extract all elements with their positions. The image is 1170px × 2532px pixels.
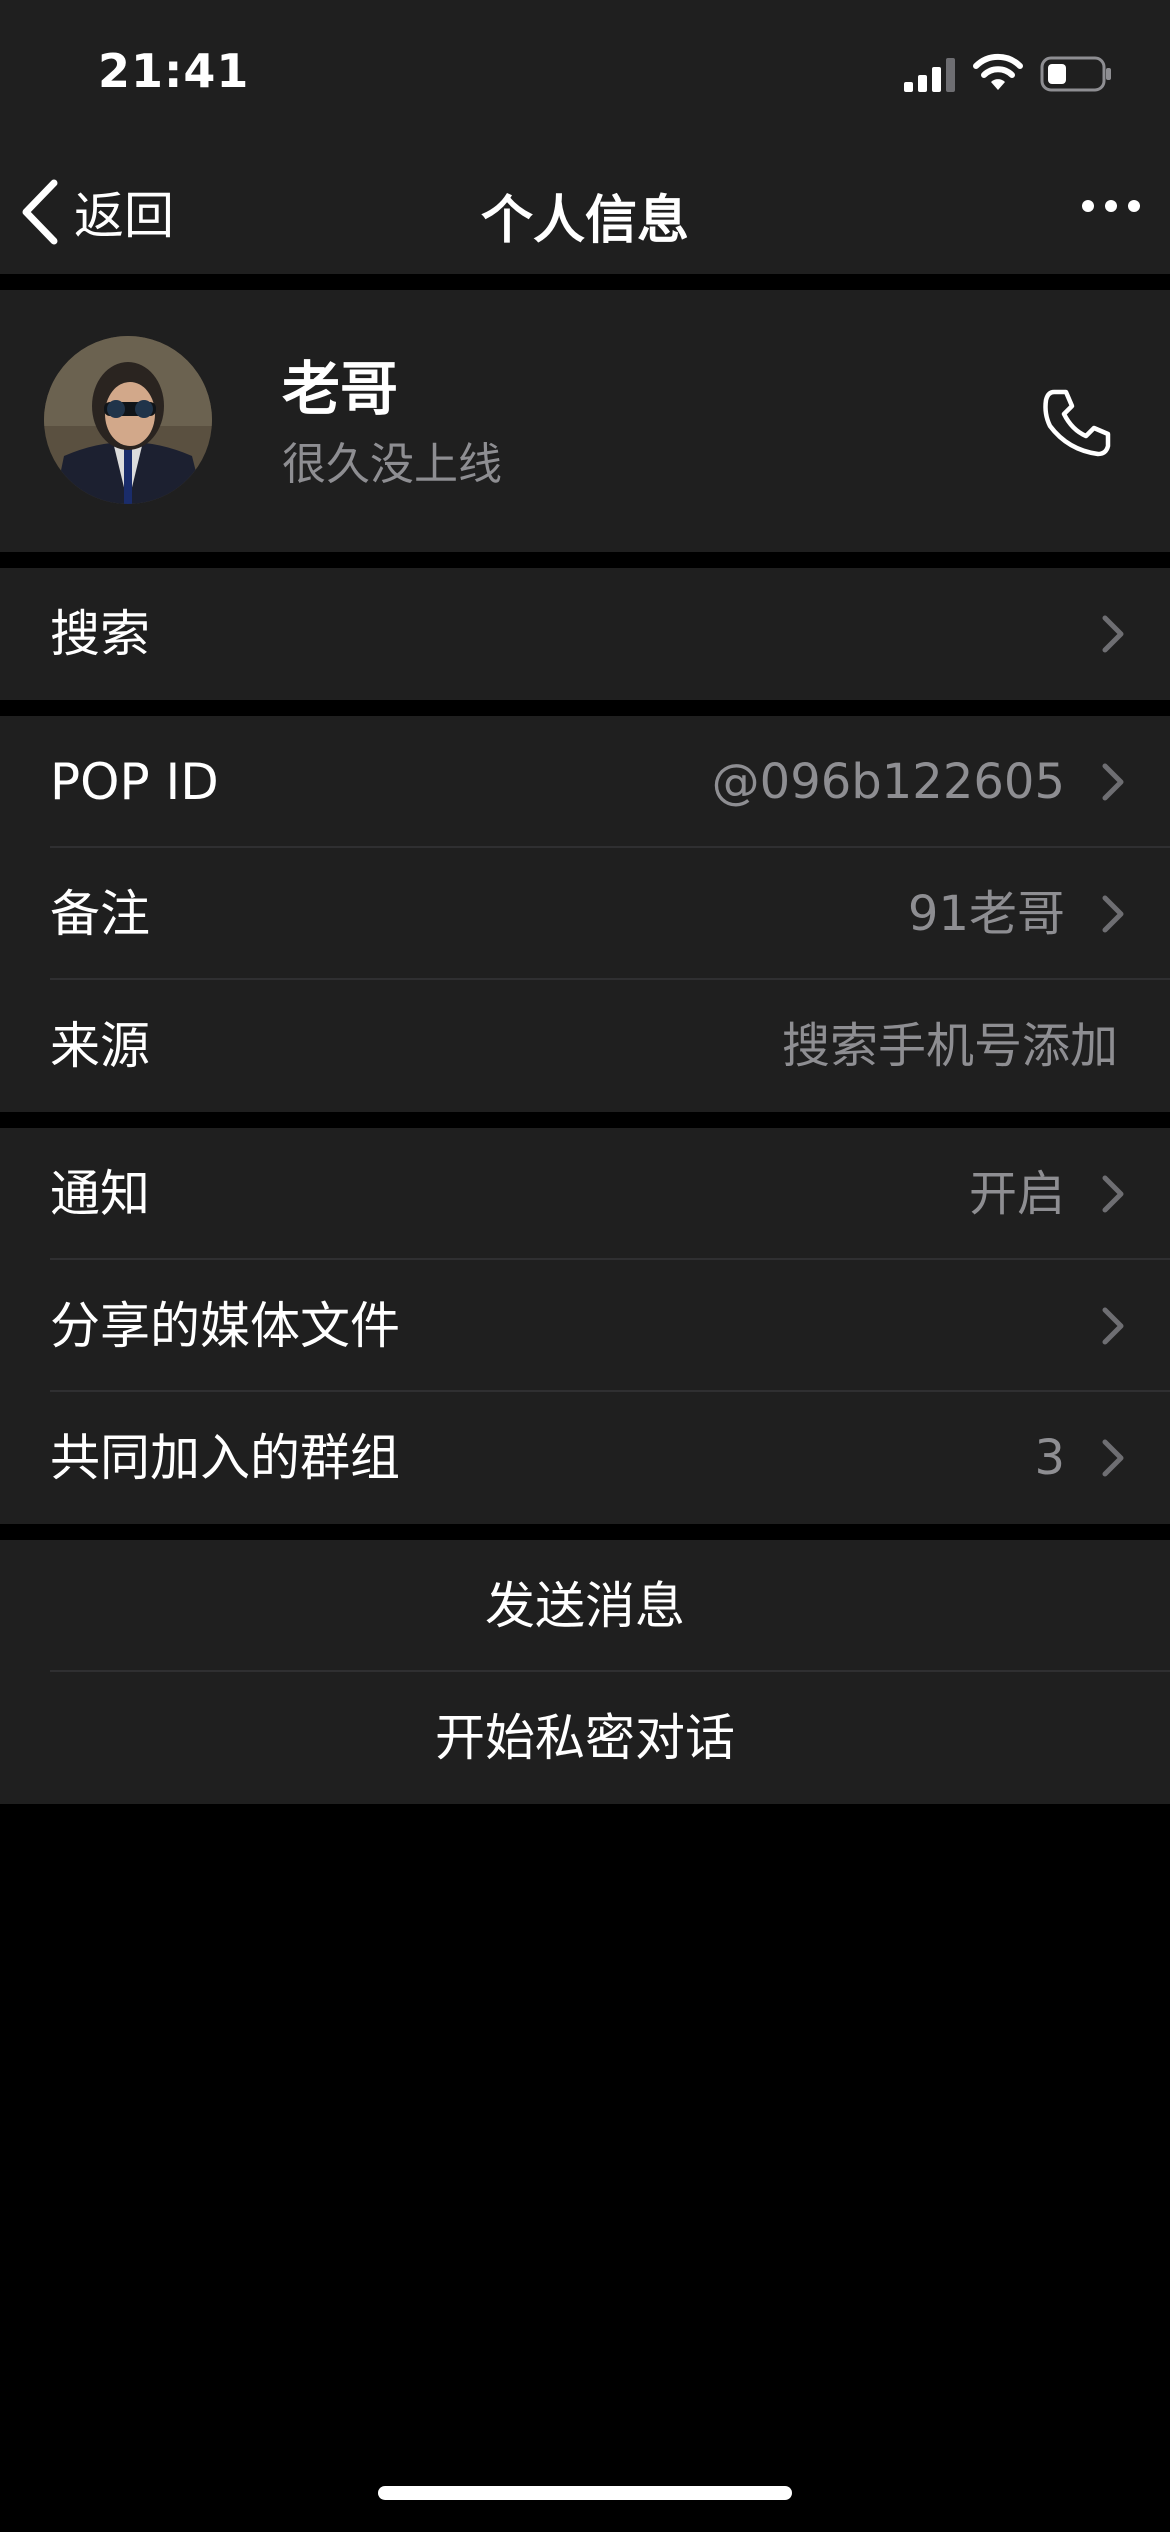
search-label: 搜索 [50,605,150,663]
shared-media-label: 分享的媒体文件 [50,1297,400,1355]
contact-name: 老哥 [282,355,399,423]
page-title: 个人信息 [480,191,689,251]
send-message-button[interactable]: 发送消息 [0,1540,1170,1672]
pop-id-label: POP ID [50,753,219,811]
battery-icon [1040,56,1111,92]
home-indicator[interactable] [378,2486,792,2500]
common-groups-label: 共同加入的群组 [50,1429,400,1487]
more-dot-icon [1128,200,1140,212]
chevron-right-icon [1102,1175,1124,1213]
source-row: 来源 搜索手机号添加 [0,980,1170,1112]
contact-status: 很久没上线 [282,439,502,490]
remark-label: 备注 [50,885,150,943]
remark-value: 91老哥 [907,886,1065,942]
status-bar: 21:41 [0,0,1170,150]
source-label: 来源 [50,1017,150,1075]
pop-id-row[interactable]: POP ID @096b122605 [0,716,1170,848]
common-groups-row[interactable]: 共同加入的群组 3 [0,1392,1170,1524]
avatar[interactable] [44,336,212,504]
chevron-right-icon [1102,615,1124,653]
search-section: 搜索 [0,568,1170,700]
chevron-right-icon [1102,1439,1124,1477]
chevron-right-icon [1102,895,1124,933]
wifi-icon [973,53,1023,90]
status-time: 21:41 [98,44,250,98]
more-button[interactable] [1082,200,1140,212]
secret-chat-button[interactable]: 开始私密对话 [0,1672,1170,1804]
notification-label: 通知 [50,1165,150,1223]
remark-row[interactable]: 备注 91老哥 [0,848,1170,980]
settings-section: 通知 开启 分享的媒体文件 共同加入的群组 3 [0,1128,1170,1524]
nav-bar: 返回 个人信息 [0,150,1170,274]
chevron-right-icon [1102,763,1124,801]
send-message-label: 发送消息 [485,1577,685,1635]
signal-icon [904,58,955,92]
chevron-right-icon [1102,1307,1124,1345]
more-dot-icon [1105,200,1117,212]
notification-value: 开启 [968,1166,1065,1222]
shared-media-row[interactable]: 分享的媒体文件 [0,1260,1170,1392]
phone-icon[interactable] [1040,386,1112,458]
source-value: 搜索手机号添加 [781,1018,1118,1074]
secret-chat-label: 开始私密对话 [435,1709,735,1767]
pop-id-value: @096b122605 [711,754,1065,810]
common-groups-count: 3 [1034,1430,1065,1486]
profile-card: 老哥 很久没上线 [0,290,1170,552]
actions-section: 发送消息 开始私密对话 [0,1540,1170,1804]
search-row[interactable]: 搜索 [0,568,1170,700]
info-section: POP ID @096b122605 备注 91老哥 来源 搜索手机号添加 [0,716,1170,1112]
notification-row[interactable]: 通知 开启 [0,1128,1170,1260]
more-dot-icon [1082,200,1094,212]
